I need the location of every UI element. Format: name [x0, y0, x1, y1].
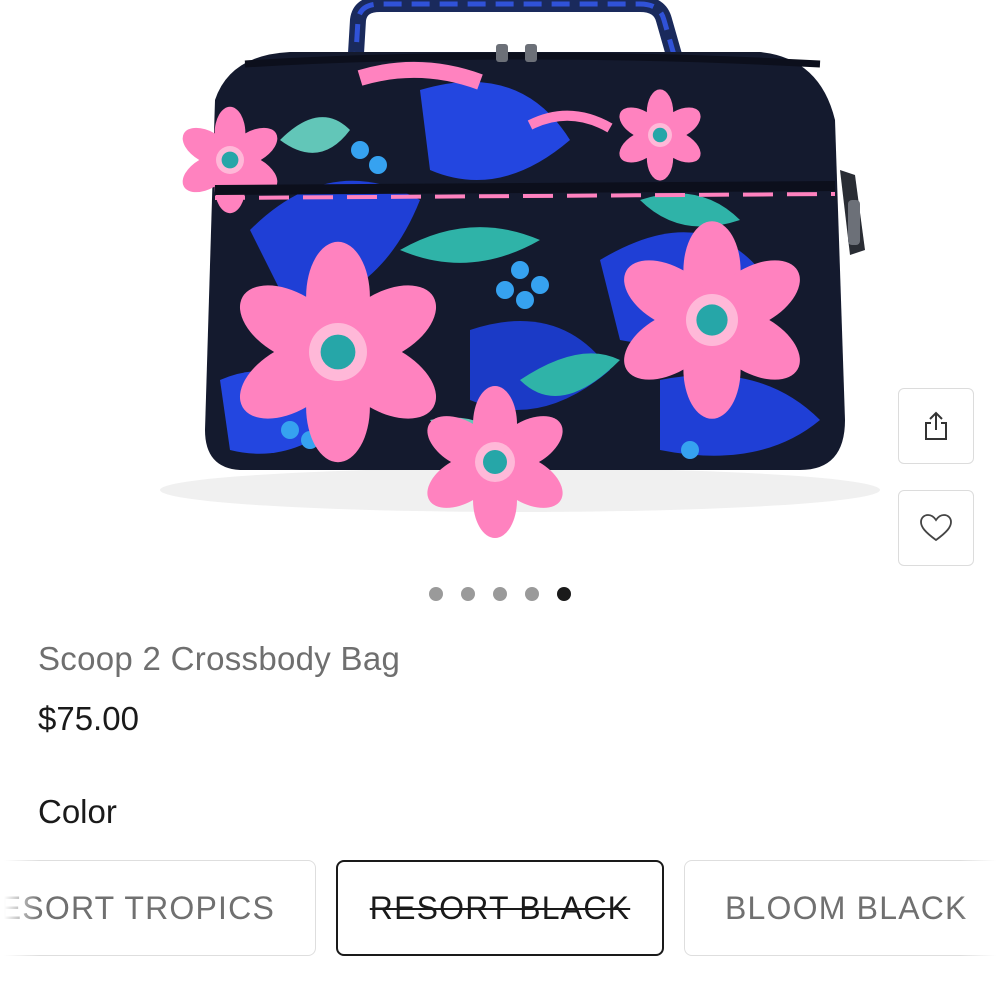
color-option-resort-black[interactable]: RESORT BLACK: [336, 860, 664, 956]
wishlist-button[interactable]: [898, 490, 974, 566]
product-price: $75.00: [38, 700, 139, 737]
color-option-bloom-black[interactable]: BLOOM BLACK: [684, 860, 1000, 956]
carousel-dot-5[interactable]: [557, 587, 571, 601]
product-gallery: [0, 0, 1000, 570]
carousel-dot-3[interactable]: [493, 587, 507, 601]
color-option-label: BLOOM BLACK: [725, 889, 968, 926]
color-label: Color: [38, 793, 117, 830]
carousel-dot-1[interactable]: [429, 587, 443, 601]
carousel-dot-4[interactable]: [525, 587, 539, 601]
carousel-dots: [0, 586, 1000, 602]
carousel-dot-2[interactable]: [461, 587, 475, 601]
heart-icon: [920, 514, 952, 542]
product-title: Scoop 2 Crossbody Bag: [38, 640, 401, 677]
color-option-resort-tropics[interactable]: RESORT TROPICS: [0, 860, 316, 956]
color-swatch-list: RESORT TROPICS RESORT BLACK BLOOM BLACK: [0, 860, 1000, 956]
share-icon: [925, 411, 947, 440]
product-image: [160, 0, 880, 538]
share-button[interactable]: [898, 388, 974, 464]
color-option-label: RESORT BLACK: [369, 889, 631, 926]
color-option-label: RESORT TROPICS: [0, 889, 275, 926]
